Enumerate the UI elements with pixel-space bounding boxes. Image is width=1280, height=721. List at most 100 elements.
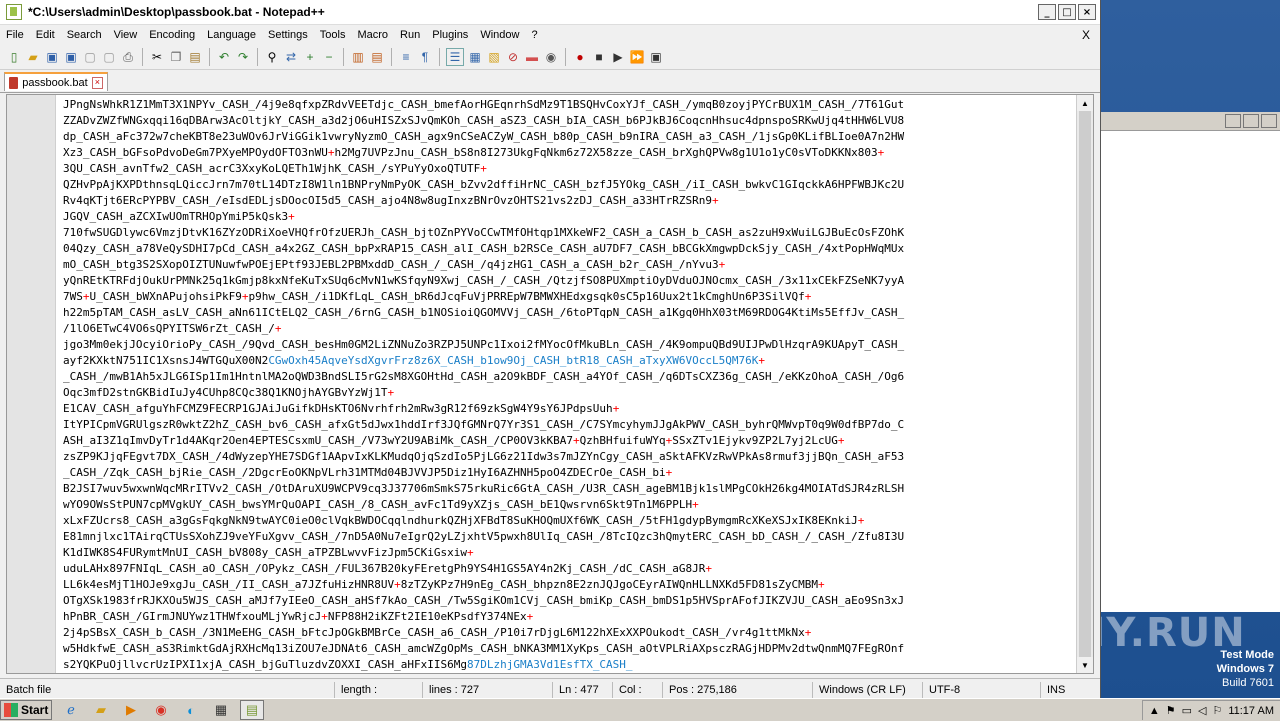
- menu-plugins[interactable]: Plugins: [426, 29, 474, 41]
- show-all-chars-icon[interactable]: ¶: [417, 49, 433, 65]
- tray-flag2-icon[interactable]: ⚐: [1212, 704, 1222, 717]
- code-line[interactable]: yQnREtKTRFdjOukUrPMNk25q1kGmjp8kxNfeKuTx…: [63, 273, 1077, 289]
- find-icon[interactable]: ⚲: [264, 49, 280, 65]
- code-line[interactable]: 710fwSUGDlywc6VmzjDtvK16ZYzODRiXoeVHQfrO…: [63, 225, 1077, 241]
- code-line[interactable]: 2j4pSBsX_CASH_b_CASH_/3N1MeEHG_CASH_bFtc…: [63, 625, 1077, 641]
- menu-file[interactable]: File: [0, 29, 30, 41]
- replace-icon[interactable]: ⇄: [283, 49, 299, 65]
- save-all-icon[interactable]: ▣: [63, 49, 79, 65]
- code-line[interactable]: OTgXSk1983frRJKXOu5WJS_CASH_aMJf7yIEeO_C…: [63, 593, 1077, 609]
- code-line[interactable]: E1CAV_CASH_afguYhFCMZ9FECRP1GJAiJuGifkDH…: [63, 401, 1077, 417]
- close-button[interactable]: ×: [1078, 4, 1096, 20]
- code-line[interactable]: /1lO6ETwC4VO6sQPYITSW6rZt_CASH_/+: [63, 321, 1077, 337]
- code-line[interactable]: ASH_aI3Z1qImvDyTr1d4AKqr2Oen4EPTESCsxmU_…: [63, 433, 1077, 449]
- code-line[interactable]: E81mnjlxc1TAirqCTUsSXohZJ9veYFuXgvv_CASH…: [63, 529, 1077, 545]
- bg-close-button[interactable]: [1261, 114, 1277, 128]
- code-line[interactable]: 7WS+U_CASH_bWXnAPujohsiPkF9+p9hw_CASH_/i…: [63, 289, 1077, 305]
- new-file-icon[interactable]: ▯: [6, 49, 22, 65]
- code-line[interactable]: jgo3Mm0ekjJOcyiOrioPy_CASH_/9Qvd_CASH_be…: [63, 337, 1077, 353]
- close-document-button[interactable]: X: [1082, 28, 1090, 42]
- sync-v-icon[interactable]: ▥: [350, 49, 366, 65]
- eye-icon[interactable]: ◉: [543, 49, 559, 65]
- code-line[interactable]: _CASH_/mwB1Ah5xJLG6ISp1Im1HntnlMA2oQWD3B…: [63, 369, 1077, 385]
- undo-icon[interactable]: ↶: [216, 49, 232, 65]
- code-line[interactable]: zsZP9KJjqFEgvt7DX_CASH_/4dWyzepYHE7SDGf1…: [63, 449, 1077, 465]
- close-icon[interactable]: ▢: [82, 49, 98, 65]
- sync-h-icon[interactable]: ▤: [369, 49, 385, 65]
- open-file-icon[interactable]: ▰: [25, 49, 41, 65]
- zoom-out-icon[interactable]: −: [321, 49, 337, 65]
- code-line[interactable]: K1dIWK8S4FURymtMnUI_CASH_bV808y_CASH_aTP…: [63, 545, 1077, 561]
- batch-icon[interactable]: ▦: [210, 701, 232, 719]
- scrollbar-thumb[interactable]: [1079, 111, 1091, 657]
- minimize-button[interactable]: _: [1038, 4, 1056, 20]
- code-line[interactable]: mO_CASH_btg3S2SXopOIZTUNuwfwPOEjEPtf93JE…: [63, 257, 1077, 273]
- zoom-in-icon[interactable]: +: [302, 49, 318, 65]
- paste-icon[interactable]: ▤: [187, 49, 203, 65]
- code-line[interactable]: JGQV_CASH_aZCXIwUOmTRHOpYmiP5kQsk3+: [63, 209, 1077, 225]
- code-line[interactable]: Xz3_CASH_bGFsoPdvoDeGm7PXyeMPOydOFTO3nWU…: [63, 145, 1077, 161]
- play-macro-icon[interactable]: ▶: [610, 49, 626, 65]
- titlebar[interactable]: *C:\Users\admin\Desktop\passbook.bat - N…: [0, 0, 1100, 25]
- code-line[interactable]: 3QU_CASH_avnTfw2_CASH_acrC3XxyKoLQETh1Wj…: [63, 161, 1077, 177]
- explorer-icon[interactable]: ▰: [90, 701, 112, 719]
- indent-guide-icon[interactable]: ☰: [446, 48, 464, 66]
- cut-icon[interactable]: ✂: [149, 49, 165, 65]
- code-line[interactable]: Oqc3mfD2stnGKBidIuJy4CUhp8CQc38Q1KNOjhAY…: [63, 385, 1077, 401]
- play-multi-macro-icon[interactable]: ⏩: [629, 49, 645, 65]
- stop-macro-icon[interactable]: ■: [591, 49, 607, 65]
- menu-help[interactable]: ?: [525, 29, 543, 41]
- bg-min-button[interactable]: [1225, 114, 1241, 128]
- menu-run[interactable]: Run: [394, 29, 426, 41]
- tab-passbook[interactable]: passbook.bat ×: [4, 72, 108, 91]
- code-line[interactable]: B2JSI7wuv5wxwnWqcMRrITVv2_CASH_/OtDAruXU…: [63, 481, 1077, 497]
- code-line[interactable]: 04Qzy_CASH_a78VeQySDHI7pCd_CASH_a4x2GZ_C…: [63, 241, 1077, 257]
- edge-icon[interactable]: ◐: [180, 701, 202, 719]
- save-macro-icon[interactable]: ▣: [648, 49, 664, 65]
- tray-flag-icon[interactable]: ⚑: [1166, 704, 1176, 717]
- menu-language[interactable]: Language: [201, 29, 262, 41]
- code-line[interactable]: wYO9OWsStPUN7cpMVgkUY_CASH_bwsYMrQuOAPI_…: [63, 497, 1077, 513]
- menu-edit[interactable]: Edit: [30, 29, 61, 41]
- code-line[interactable]: ItYPICpmVGRUlgszR0wktZ2hZ_CASH_bv6_CASH_…: [63, 417, 1077, 433]
- maximize-button[interactable]: □: [1058, 4, 1076, 20]
- code-line[interactable]: QZHvPpAjKXPDthnsqLQiccJrn7m70tL14DTzI8W1…: [63, 177, 1077, 193]
- doc-map-icon[interactable]: ▦: [467, 49, 483, 65]
- menu-view[interactable]: View: [108, 29, 144, 41]
- code-line[interactable]: xLxFZUcrs8_CASH_a3gGsFqkgNkN9twAYC0ieO0c…: [63, 513, 1077, 529]
- tab-close-icon[interactable]: ×: [91, 76, 103, 89]
- menu-tools[interactable]: Tools: [314, 29, 352, 41]
- code-line[interactable]: LL6k4esMjT1HOJe9xgJu_CASH_/II_CASH_a7JZf…: [63, 577, 1077, 593]
- code-line[interactable]: ZZADvZWZfWNGxqqi16qDBArw3AcOltjkY_CASH_a…: [63, 113, 1077, 129]
- tray-arrow-icon[interactable]: ▲: [1149, 705, 1160, 717]
- menu-macro[interactable]: Macro: [351, 29, 394, 41]
- record-macro-icon[interactable]: ●: [572, 49, 588, 65]
- scroll-up-icon[interactable]: ▲: [1077, 95, 1093, 111]
- monitoring-icon[interactable]: ▬: [524, 49, 540, 65]
- code-line[interactable]: uduLAHx897FNIqL_CASH_aO_CASH_/OPykz_CASH…: [63, 561, 1077, 577]
- code-line[interactable]: Rv4qKTjt6ERcPYPBV_CASH_/eIsdEDLjsDOocOI5…: [63, 193, 1077, 209]
- editor[interactable]: JPngNsWhkR1Z1MmT3X1NPYv_CASH_/4j9e8qfxpZ…: [6, 94, 1094, 674]
- background-window[interactable]: [1100, 112, 1280, 612]
- menu-settings[interactable]: Settings: [262, 29, 314, 41]
- code-line[interactable]: h22m5pTAM_CASH_asLV_CASH_aNn61ICtELQ2_CA…: [63, 305, 1077, 321]
- print-icon[interactable]: ⎙: [120, 49, 136, 65]
- tray-volume-icon[interactable]: ◁: [1198, 704, 1206, 717]
- notepadpp-icon[interactable]: ▤: [240, 700, 264, 720]
- code-line[interactable]: w5HdkfwE_CASH_aS3RimktGdAjRXHcMq13iZOU7e…: [63, 641, 1077, 657]
- background-window-titlebar[interactable]: [1101, 112, 1280, 131]
- function-list-icon[interactable]: ▧: [486, 49, 502, 65]
- folder-workspace-icon[interactable]: ⊘: [505, 49, 521, 65]
- chrome-icon[interactable]: ◉: [150, 701, 172, 719]
- close-all-icon[interactable]: ▢: [101, 49, 117, 65]
- media-player-icon[interactable]: ▶: [120, 701, 142, 719]
- menu-encoding[interactable]: Encoding: [143, 29, 201, 41]
- bg-max-button[interactable]: [1243, 114, 1259, 128]
- code-line[interactable]: hPnBR_CASH_/GIrmJNUYwz1THWfxouMLjYwRjcJ+…: [63, 609, 1077, 625]
- menu-window[interactable]: Window: [474, 29, 525, 41]
- code-line[interactable]: s2YQKPuOjllvcrUzIPXI1xjA_CASH_bjGuTluzdv…: [63, 657, 1077, 671]
- start-button[interactable]: Start: [0, 700, 52, 720]
- code-text[interactable]: JPngNsWhkR1Z1MmT3X1NPYv_CASH_/4j9e8qfxpZ…: [63, 97, 1077, 671]
- code-line[interactable]: _CASH_/Zqk_CASH_bjRie_CASH_/2DgcrEoOKNpV…: [63, 465, 1077, 481]
- tray-network-icon[interactable]: ▭: [1182, 704, 1192, 717]
